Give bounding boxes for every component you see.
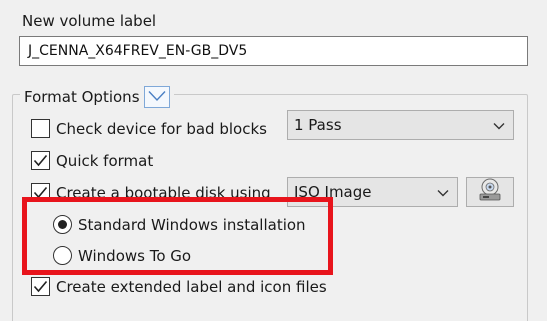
volume-label-input[interactable]: J_CENNA_X64FREV_EN-GB_DV5 [19, 36, 528, 66]
chevron-down-icon [437, 183, 449, 201]
disc-drive-icon [477, 178, 503, 206]
chevron-down-icon [148, 88, 166, 106]
select-image-button[interactable] [466, 177, 514, 207]
advanced-options-toggle[interactable] [143, 86, 170, 108]
bad-blocks-checkbox[interactable] [31, 119, 50, 138]
chevron-down-icon [493, 116, 505, 134]
format-options-header: Format Options [20, 86, 174, 108]
quick-format-label: Quick format [56, 151, 154, 170]
format-options-title: Format Options [24, 88, 140, 106]
bad-blocks-label: Check device for bad blocks [56, 119, 267, 138]
quick-format-option[interactable]: Quick format [31, 151, 153, 170]
volume-label-heading: New volume label [22, 12, 157, 30]
passes-value: 1 Pass [294, 116, 342, 134]
extended-label-label: Create extended label and icon files [56, 277, 327, 296]
quick-format-checkbox[interactable] [31, 151, 50, 170]
highlight-box [22, 197, 333, 275]
passes-select[interactable]: 1 Pass [287, 110, 514, 140]
bad-blocks-option[interactable]: Check device for bad blocks [31, 119, 267, 138]
extended-label-option[interactable]: Create extended label and icon files [31, 277, 327, 296]
extended-label-checkbox[interactable] [31, 277, 50, 296]
volume-label-value: J_CENNA_X64FREV_EN-GB_DV5 [28, 43, 248, 59]
